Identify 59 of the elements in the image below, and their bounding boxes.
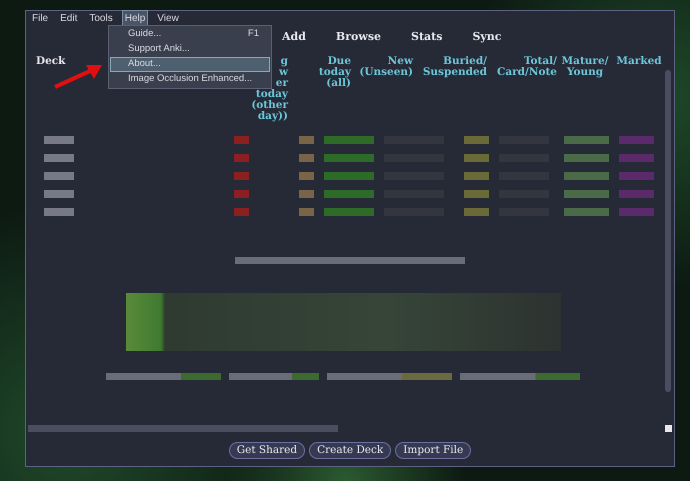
column-header[interactable]: Buried/ Suspended bbox=[413, 56, 487, 122]
pixelated-block bbox=[299, 208, 314, 216]
pixelated-block bbox=[299, 154, 314, 162]
column-header[interactable]: Due today (all) bbox=[288, 56, 351, 122]
pixelated-block bbox=[299, 136, 314, 144]
toolbar-link[interactable]: Browse bbox=[336, 28, 382, 46]
pixelated-block bbox=[619, 190, 654, 198]
action-button[interactable]: Create Deck bbox=[309, 442, 392, 459]
menu-item[interactable]: Image Occlusion Enhanced... bbox=[110, 72, 270, 87]
pixelated-block bbox=[44, 190, 74, 198]
toolbar-link[interactable]: Sync bbox=[472, 28, 502, 46]
column-header[interactable]: Mature/ Young bbox=[557, 56, 613, 122]
pixelated-block bbox=[619, 208, 654, 216]
column-header[interactable]: Marked bbox=[613, 56, 665, 122]
vertical-scrollbar[interactable] bbox=[665, 70, 671, 392]
pixelated-block bbox=[234, 172, 249, 180]
pixelated-block bbox=[44, 208, 74, 216]
pixelated-block bbox=[299, 172, 314, 180]
menu-item[interactable]: Edit bbox=[57, 10, 80, 27]
menu-item[interactable]: About... bbox=[110, 57, 270, 72]
pixelated-block bbox=[464, 208, 489, 216]
pixelated-block bbox=[324, 136, 374, 144]
horizontal-scrollbar[interactable] bbox=[28, 425, 338, 432]
pixelated-block bbox=[234, 154, 249, 162]
pixelated-block bbox=[324, 208, 374, 216]
pixelated-block bbox=[619, 136, 654, 144]
pixelated-block bbox=[324, 154, 374, 162]
menu-item[interactable]: Guide... F1 bbox=[110, 27, 270, 42]
pixelated-block bbox=[299, 190, 314, 198]
pixelated-block bbox=[234, 136, 249, 144]
pixelated-block bbox=[44, 154, 74, 162]
pixelated-block bbox=[44, 136, 74, 144]
menu-item[interactable]: Tools bbox=[86, 10, 116, 27]
pixelated-block bbox=[564, 190, 609, 198]
menu-item[interactable]: Support Anki... bbox=[110, 42, 270, 57]
toolbar-link[interactable]: Add bbox=[282, 28, 306, 46]
pixelated-block bbox=[464, 172, 489, 180]
pixelated-block bbox=[619, 172, 654, 180]
pixelated-block bbox=[324, 190, 374, 198]
action-button[interactable]: Import File bbox=[395, 442, 472, 459]
pixelated-block bbox=[44, 172, 74, 180]
action-button[interactable]: Get Shared bbox=[228, 442, 306, 459]
resize-handle[interactable] bbox=[665, 425, 672, 432]
pixelated-block bbox=[564, 136, 609, 144]
pixelated-block bbox=[564, 208, 609, 216]
menu-item[interactable]: View bbox=[154, 10, 182, 27]
pixelated-block bbox=[324, 172, 374, 180]
pixelated-block bbox=[464, 136, 489, 144]
column-header[interactable]: Total/ Card/Note bbox=[487, 56, 557, 122]
pixelated-block bbox=[464, 154, 489, 162]
menu-item[interactable]: File bbox=[29, 10, 52, 27]
pixelated-block bbox=[234, 208, 249, 216]
pixelated-block bbox=[464, 190, 489, 198]
toolbar-link[interactable]: Stats bbox=[411, 28, 442, 46]
pixelated-block bbox=[564, 172, 609, 180]
pixelated-block bbox=[619, 154, 654, 162]
column-header[interactable]: New (Unseen) bbox=[351, 56, 413, 122]
pixelated-block bbox=[564, 154, 609, 162]
pixelated-block bbox=[234, 190, 249, 198]
